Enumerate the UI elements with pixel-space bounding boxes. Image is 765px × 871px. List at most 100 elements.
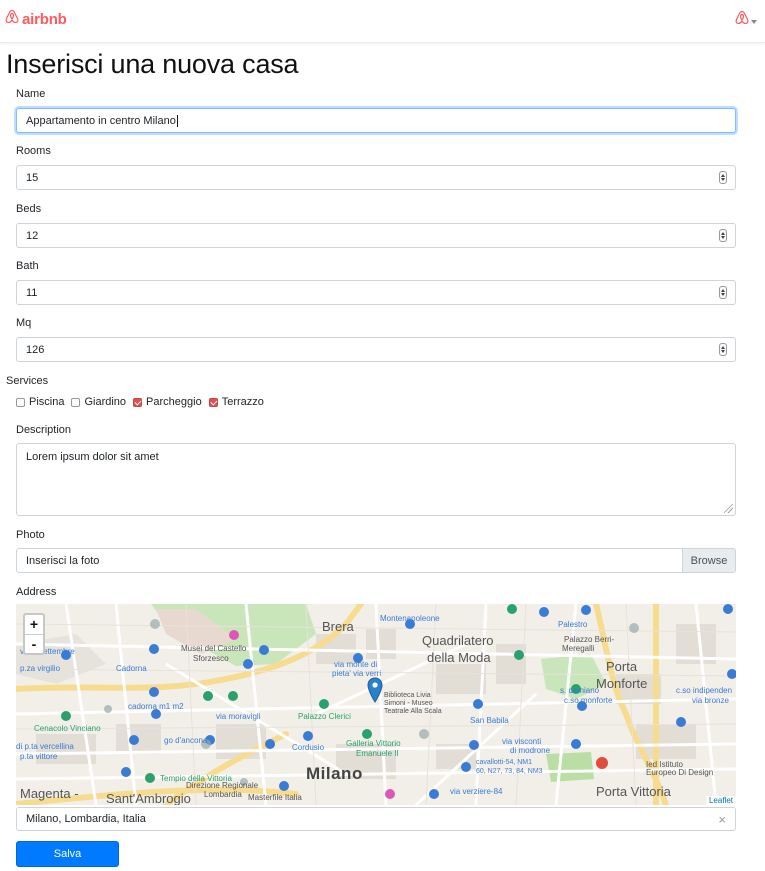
beds-stepper-icon[interactable] — [719, 229, 727, 242]
beds-input[interactable]: 12 — [16, 223, 736, 248]
service-terrazzo[interactable]: Terrazzo — [208, 396, 264, 408]
save-button[interactable]: Salva — [16, 841, 119, 867]
beds-label: Beds — [16, 203, 42, 215]
service-label: Terrazzo — [221, 396, 264, 408]
mq-label: Mq — [16, 317, 32, 329]
map-label: di p.ta vercellina — [16, 742, 74, 751]
service-parcheggio[interactable]: Parcheggio — [133, 396, 202, 408]
mq-value: 126 — [26, 343, 45, 356]
map-label: Biblioteca Livia — [384, 692, 431, 699]
airbnb-user-icon — [735, 10, 749, 30]
service-piscina[interactable]: Piscina — [16, 396, 64, 408]
zoom-control: + - — [23, 613, 45, 655]
map-label: via bronze — [692, 696, 729, 705]
mq-stepper-icon[interactable] — [719, 343, 727, 356]
map-label: Palazzo Berri- — [564, 635, 615, 644]
checkbox-icon[interactable] — [71, 397, 81, 407]
address-label: Address — [16, 586, 57, 598]
service-giardino[interactable]: Giardino — [71, 396, 126, 408]
map-label: Musei del Castello — [181, 644, 247, 653]
map-attribution-link[interactable]: Leaflet — [705, 796, 736, 805]
services-group: Piscina Giardino Parcheggio Terrazzo — [16, 396, 271, 408]
map-label: Monforte — [596, 676, 648, 691]
map-label: Europeo Di Design — [646, 768, 714, 777]
map-marker-icon[interactable] — [367, 677, 383, 708]
map-label: Palestro — [558, 620, 588, 629]
navbar: airbnb — [0, 0, 765, 43]
address-value: Milano, Lombardia, Italia — [26, 813, 146, 825]
map[interactable]: Brera Quadrilatero della Moda Porta Monf… — [16, 604, 736, 805]
checkbox-icon[interactable] — [16, 397, 25, 407]
description-value: Lorem ipsum dolor sit amet — [26, 451, 159, 463]
map-label: Quadrilatero — [422, 633, 494, 648]
map-label: via moravigli — [216, 712, 261, 721]
map-label: Galleria Vittorio — [346, 739, 401, 748]
map-label: di modrone — [510, 746, 551, 755]
bath-input[interactable]: 11 — [16, 280, 736, 305]
name-input[interactable]: Appartamento in centro Milano — [16, 108, 736, 133]
user-menu[interactable] — [735, 10, 757, 30]
map-label: via verziere-84 — [450, 787, 503, 796]
browse-button[interactable]: Browse — [682, 549, 735, 572]
rooms-value: 15 — [26, 171, 39, 184]
map-label: Masterfile Italia — [248, 793, 302, 802]
text-cursor — [176, 114, 178, 127]
map-label: Teatrale Alla Scala — [384, 708, 442, 715]
name-value: Appartamento in centro Milano — [26, 114, 176, 127]
map-label: p.za virgilio — [20, 664, 61, 673]
close-icon[interactable]: × — [718, 812, 726, 827]
map-label: Cordusio — [292, 743, 325, 752]
brand-logo[interactable]: airbnb — [5, 9, 67, 29]
map-label: p.ta vittore — [20, 752, 58, 761]
map-label: cavallotti-54, NM1 — [476, 759, 533, 766]
checkbox-checked-icon[interactable] — [133, 397, 143, 407]
map-label: via monte di — [334, 660, 378, 669]
map-label: della Moda — [427, 650, 491, 665]
services-label: Services — [6, 375, 49, 387]
rooms-label: Rooms — [16, 145, 51, 157]
map-label: Meregalli — [562, 644, 595, 653]
map-label: Sforzesco — [193, 654, 229, 663]
map-label: Emanuele II — [356, 749, 399, 758]
map-label: Magenta - — [20, 786, 79, 801]
photo-label: Photo — [16, 529, 45, 541]
map-label: Cenacolo Vinciano — [34, 724, 101, 733]
map-label: 60, N27, 73, 84, NM3 — [476, 768, 543, 775]
map-label: Montenapoleone — [380, 614, 440, 623]
service-label: Piscina — [29, 396, 65, 408]
chevron-down-icon — [751, 20, 757, 24]
bath-label: Bath — [16, 260, 39, 272]
address-input[interactable]: Milano, Lombardia, Italia × — [16, 807, 736, 831]
map-label: go d'ancona — [164, 736, 208, 745]
bath-stepper-icon[interactable] — [719, 286, 727, 299]
zoom-in-button[interactable]: + — [25, 615, 43, 634]
map-label: s. damiano — [560, 686, 600, 695]
map-label: Lombardia — [204, 790, 242, 799]
map-label: Porta — [606, 659, 638, 674]
checkbox-checked-icon[interactable] — [208, 397, 218, 407]
map-label: via visconti — [502, 737, 542, 746]
resize-handle-icon[interactable] — [724, 504, 733, 513]
map-label: Cadorna — [116, 664, 147, 673]
beds-value: 12 — [26, 229, 39, 242]
airbnb-logo-icon — [5, 9, 19, 29]
map-label: Direzione Regionale — [186, 781, 259, 790]
map-label: Porta Vittoria — [596, 784, 671, 799]
map-label: Sant'Ambrogio — [106, 791, 191, 805]
photo-file-input[interactable]: Inserisci la foto Browse — [16, 548, 736, 573]
rooms-stepper-icon[interactable] — [719, 171, 727, 184]
zoom-out-button[interactable]: - — [25, 634, 43, 653]
map-label: c.so monforte — [564, 696, 613, 705]
bath-value: 11 — [26, 286, 38, 299]
map-label: Palazzo Clerici — [298, 712, 351, 721]
service-label: Parcheggio — [146, 396, 202, 408]
map-label: Brera — [322, 619, 354, 634]
description-textarea[interactable]: Lorem ipsum dolor sit amet — [16, 443, 736, 516]
map-label: c.so indipenden — [676, 686, 733, 695]
service-label: Giardino — [84, 396, 127, 408]
mq-input[interactable]: 126 — [16, 337, 736, 362]
rooms-input[interactable]: 15 — [16, 165, 736, 190]
brand-name: airbnb — [22, 10, 67, 28]
photo-placeholder: Inserisci la foto — [26, 554, 100, 567]
map-label: cadorna m1 m2 — [128, 702, 184, 711]
